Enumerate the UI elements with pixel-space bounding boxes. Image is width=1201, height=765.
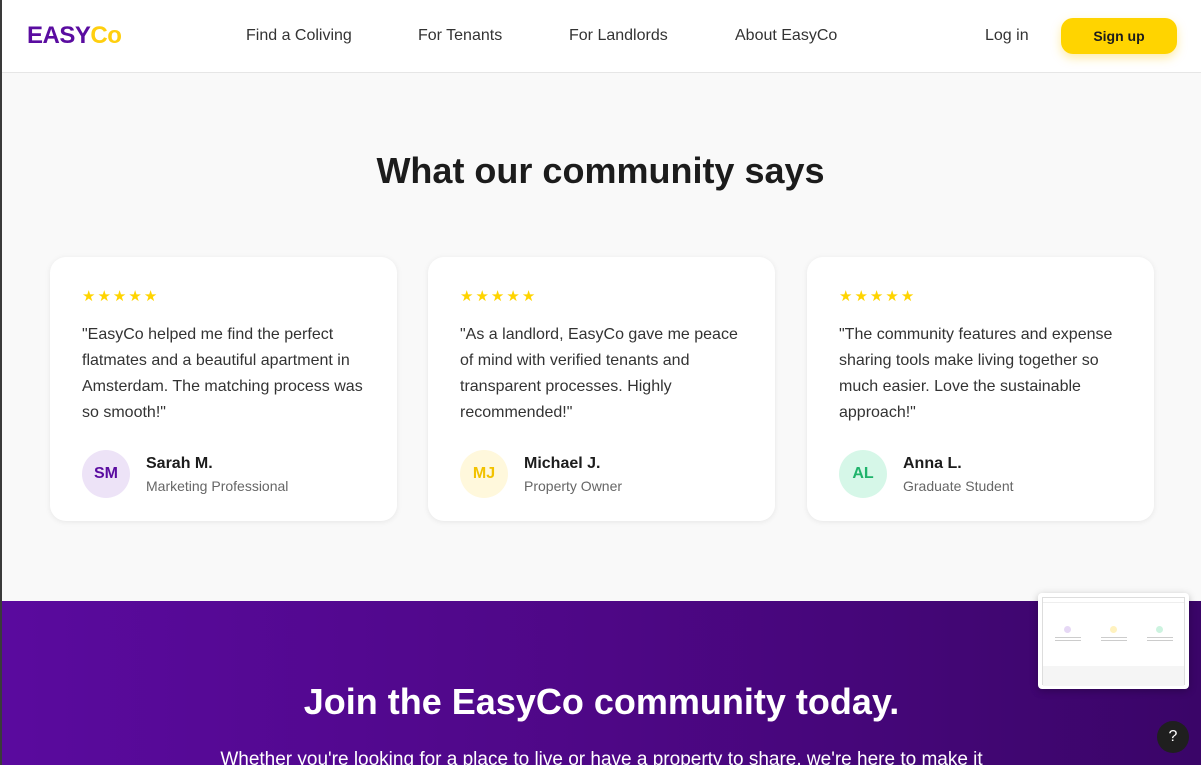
star-icon: ★ <box>885 288 899 305</box>
page-preview-thumbnail[interactable] <box>1038 593 1189 689</box>
testimonials-title: What our community says <box>376 150 825 191</box>
preview-dot <box>1064 626 1071 633</box>
testimonial-card: ★ ★ ★ ★ ★ "As a landlord, EasyCo gave me pea… <box>428 257 775 521</box>
author-role: Marketing Professional <box>146 478 289 494</box>
preview-feature <box>1053 626 1083 648</box>
star-icon: ★ <box>143 288 158 305</box>
author-role: Property Owner <box>524 478 623 494</box>
star-icon: ★ <box>839 288 853 305</box>
nav-for-landlords[interactable]: For Landlords <box>569 27 668 45</box>
nav-for-tenants[interactable]: For Tenants <box>418 27 502 45</box>
cta-section: Join the EasyCo community today. Whether… <box>2 601 1201 765</box>
top-navigation: EASYCo Find a Coliving For Tenants For L… <box>0 0 1201 73</box>
preview-header <box>1043 598 1184 603</box>
logo[interactable]: EASYCo <box>27 22 122 50</box>
testimonial-card: ★ ★ ★ ★ ★ "EasyCo helped me find the perfect… <box>50 257 397 521</box>
star-icon: ★ <box>854 288 868 305</box>
signup-button[interactable]: Sign up <box>1061 18 1177 54</box>
rating-stars: ★ ★ ★ ★ ★ <box>839 288 915 305</box>
star-icon: ★ <box>112 288 127 305</box>
preview-footer <box>1043 666 1184 686</box>
rating-stars: ★ ★ ★ ★ ★ <box>460 288 536 305</box>
testimonial-card: ★ ★ ★ ★ ★ "The community features and expens… <box>807 257 1154 521</box>
preview-dot <box>1110 626 1117 633</box>
author-name: Michael J. <box>524 455 601 472</box>
help-button[interactable]: ? <box>1157 721 1189 753</box>
cta-title: Join the EasyCo community today. <box>303 681 900 722</box>
cta-subtitle: Whether you're looking for a place to li… <box>220 749 983 765</box>
window-left-edge <box>0 0 2 765</box>
star-icon: ★ <box>900 288 915 305</box>
nav-about-easyco[interactable]: About EasyCo <box>735 27 837 45</box>
preview-line <box>1147 640 1173 641</box>
avatar: AL <box>839 450 887 498</box>
avatar: MJ <box>460 450 508 498</box>
preview-line <box>1147 637 1173 638</box>
star-icon: ★ <box>490 288 505 305</box>
preview-line <box>1101 640 1127 641</box>
author-role: Graduate Student <box>903 478 1014 494</box>
star-icon: ★ <box>82 288 96 305</box>
star-icon: ★ <box>869 288 884 305</box>
author-name: Sarah M. <box>146 455 213 472</box>
preview-feature <box>1099 626 1129 648</box>
star-icon: ★ <box>475 288 489 305</box>
preview-content <box>1042 597 1185 686</box>
preview-line <box>1101 637 1127 638</box>
rating-stars: ★ ★ ★ ★ ★ <box>82 288 158 305</box>
star-icon: ★ <box>97 288 111 305</box>
star-icon: ★ <box>128 288 142 305</box>
testimonial-quote: "The community features and expense shar… <box>839 326 1113 421</box>
logo-easy: EASY <box>27 22 91 49</box>
logo-co: Co <box>90 22 122 49</box>
testimonial-quote: "As a landlord, EasyCo gave me peace of … <box>460 326 738 421</box>
star-icon: ★ <box>460 288 474 305</box>
preview-dot <box>1156 626 1163 633</box>
login-link[interactable]: Log in <box>985 27 1029 45</box>
author-name: Anna L. <box>903 455 962 472</box>
preview-line <box>1055 640 1081 641</box>
nav-find-coliving[interactable]: Find a Coliving <box>246 27 352 45</box>
avatar: SM <box>82 450 130 498</box>
testimonial-quote: "EasyCo helped me find the perfect flatm… <box>82 326 363 421</box>
preview-feature <box>1145 626 1175 648</box>
preview-line <box>1055 637 1081 638</box>
star-icon: ★ <box>521 288 536 305</box>
star-icon: ★ <box>506 288 520 305</box>
